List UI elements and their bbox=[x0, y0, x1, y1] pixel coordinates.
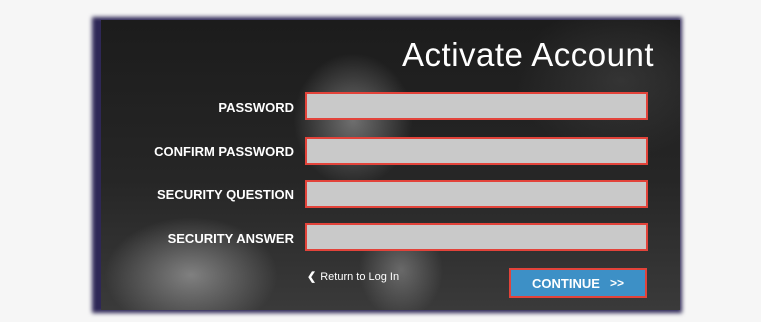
confirm-password-field[interactable] bbox=[305, 137, 648, 165]
password-field[interactable] bbox=[305, 92, 648, 120]
security-question-label: SECURITY QUESTION bbox=[156, 187, 294, 202]
confirm-password-label: CONFIRM PASSWORD bbox=[154, 144, 294, 159]
double-chevron-right-icon: >> bbox=[609, 276, 624, 290]
security-question-field[interactable] bbox=[305, 180, 648, 208]
continue-label: CONTINUE bbox=[532, 275, 600, 291]
activate-account-panel: Activate Account PASSWORD CONFIRM PASSWO… bbox=[101, 20, 680, 310]
continue-button[interactable]: CONTINUE >> bbox=[509, 268, 647, 298]
page-title: Activate Account bbox=[402, 36, 654, 73]
chevron-left-icon: ❮ bbox=[307, 271, 317, 283]
return-to-login-link[interactable]: ❮ Return to Log In bbox=[307, 270, 399, 283]
password-label: PASSWORD bbox=[218, 100, 294, 115]
return-to-login-label: Return to Log In bbox=[320, 271, 400, 283]
security-answer-label: SECURITY ANSWER bbox=[167, 231, 294, 246]
security-answer-field[interactable] bbox=[305, 223, 648, 251]
